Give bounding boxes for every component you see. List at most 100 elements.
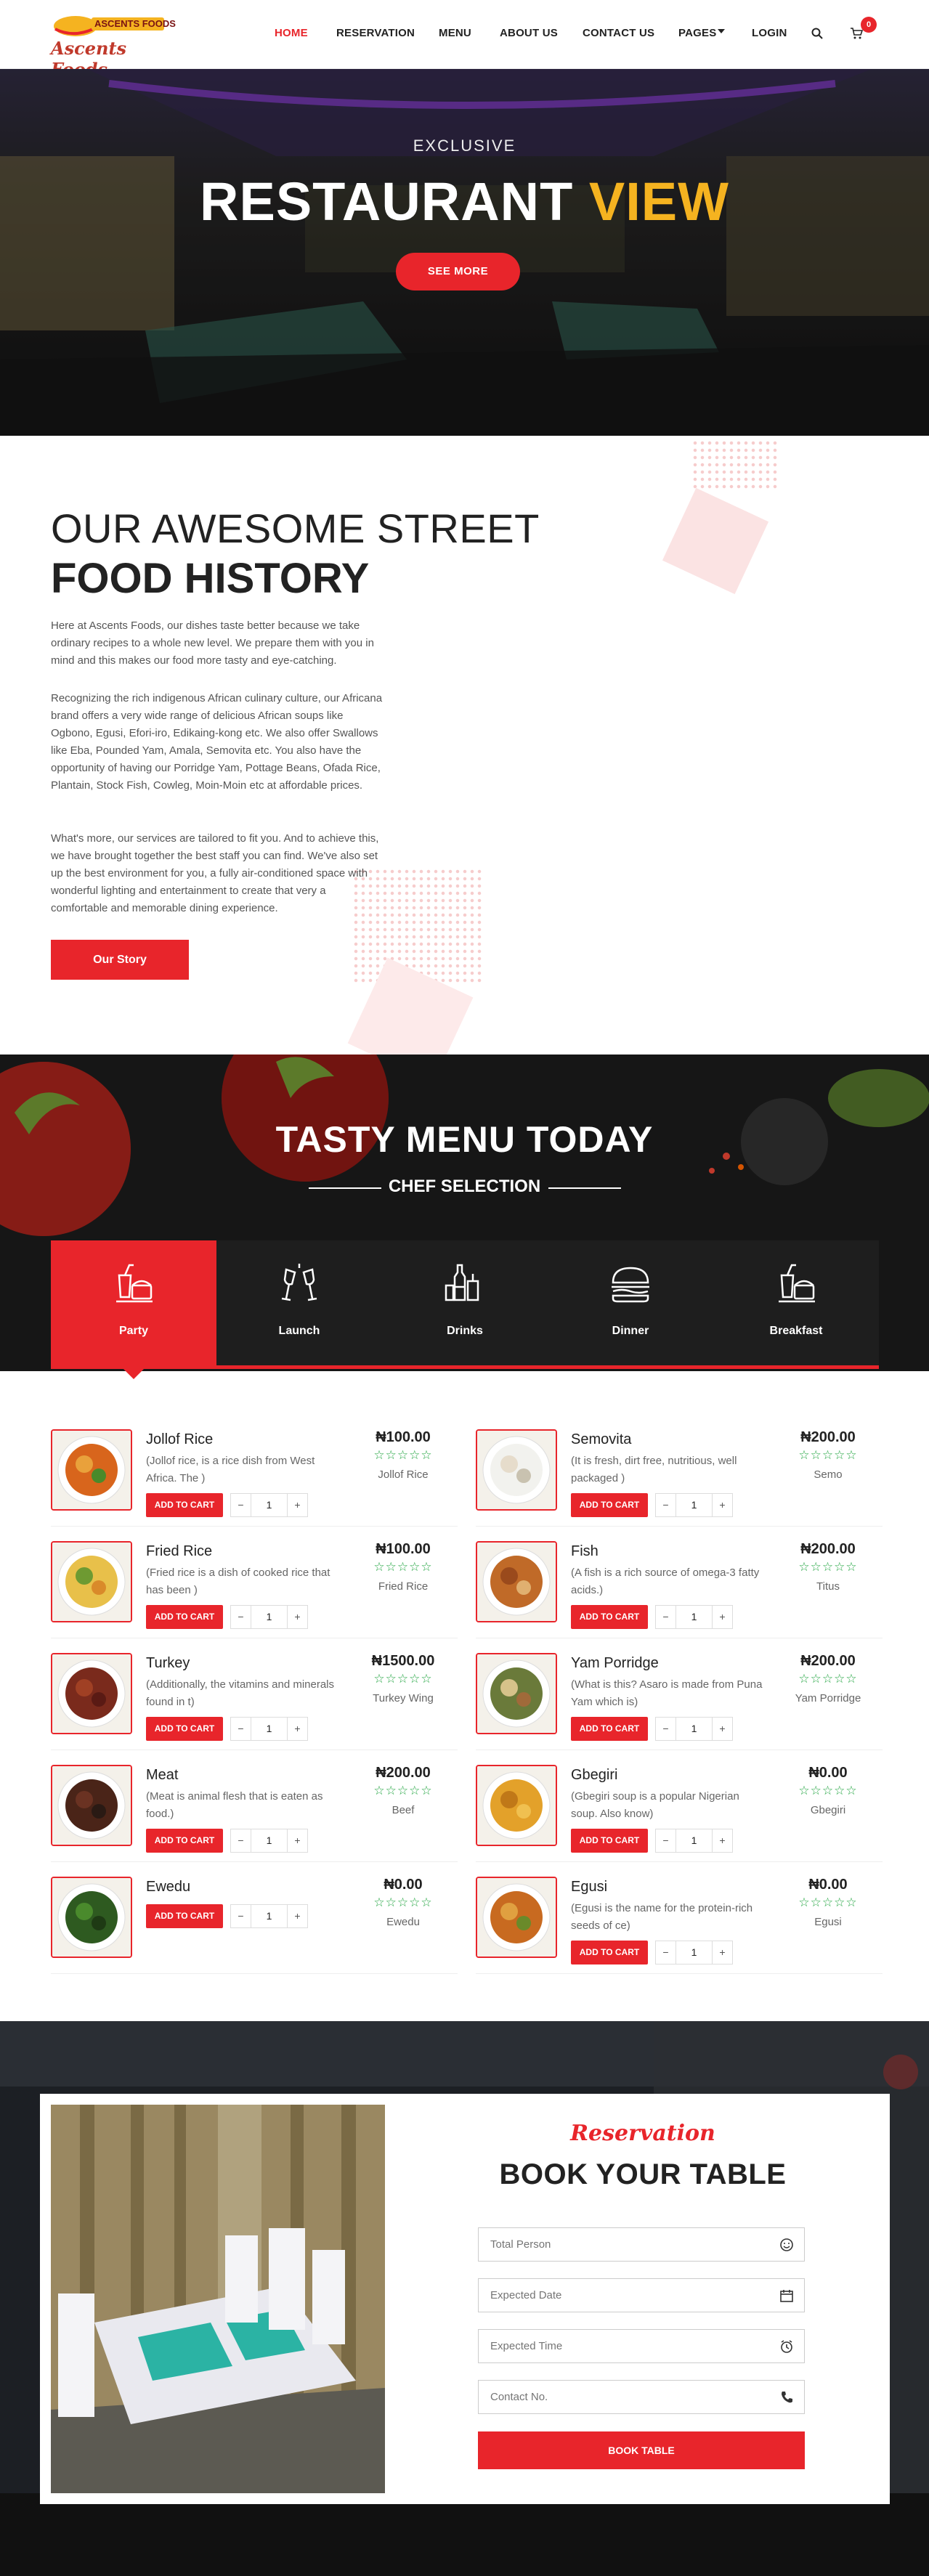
food-photo[interactable] — [51, 1541, 132, 1622]
see-more-button[interactable]: SEE MORE — [396, 253, 520, 290]
food-photo[interactable] — [51, 1653, 132, 1734]
quantity-value[interactable]: 1 — [251, 1494, 287, 1516]
add-to-cart-button[interactable]: ADD TO CART — [146, 1904, 223, 1928]
quantity-value[interactable]: 1 — [676, 1941, 712, 1964]
total-person-input[interactable] — [479, 2228, 769, 2261]
decrease-quantity-button[interactable]: − — [656, 1829, 676, 1852]
quantity-value[interactable]: 1 — [676, 1494, 712, 1516]
item-name[interactable]: Yam Porridge — [571, 1655, 659, 1672]
add-to-cart-button[interactable]: ADD TO CART — [571, 1605, 648, 1629]
increase-quantity-button[interactable]: + — [712, 1718, 732, 1740]
tab-dinner[interactable]: Dinner — [548, 1240, 713, 1365]
reservation-script: Reservation — [570, 2121, 715, 2146]
food-photo[interactable] — [51, 1765, 132, 1846]
quantity-value[interactable]: 1 — [676, 1718, 712, 1740]
nav-reservation[interactable]: RESERVATION — [336, 27, 415, 39]
total-person-field[interactable] — [478, 2227, 805, 2262]
expected-date-field[interactable] — [478, 2278, 805, 2312]
food-photo[interactable] — [476, 1429, 557, 1511]
quantity-value[interactable]: 1 — [251, 1905, 287, 1927]
quantity-stepper: −1 + — [655, 1829, 733, 1853]
decrease-quantity-button[interactable]: − — [231, 1905, 251, 1927]
contact-number-input[interactable] — [479, 2381, 769, 2413]
add-to-cart-button[interactable]: ADD TO CART — [146, 1717, 223, 1741]
quantity-value[interactable]: 1 — [251, 1606, 287, 1628]
our-story-button[interactable]: Our Story — [51, 940, 189, 980]
item-description: (Additionally, the vitamins and minerals… — [146, 1678, 335, 1708]
quantity-value[interactable]: 1 — [251, 1718, 287, 1740]
add-to-cart-button[interactable]: ADD TO CART — [571, 1829, 648, 1853]
item-name[interactable]: Fish — [571, 1543, 599, 1560]
item-name[interactable]: Jollof Rice — [146, 1431, 213, 1448]
food-photo[interactable] — [476, 1877, 557, 1958]
item-category: Jollof Rice — [378, 1468, 429, 1481]
quantity-value[interactable]: 1 — [676, 1606, 712, 1628]
add-to-cart-button[interactable]: ADD TO CART — [571, 1493, 648, 1517]
increase-quantity-button[interactable]: + — [287, 1494, 307, 1516]
item-name[interactable]: Gbegiri — [571, 1767, 617, 1784]
food-photo[interactable] — [476, 1765, 557, 1846]
increase-quantity-button[interactable]: + — [712, 1829, 732, 1852]
search-icon[interactable] — [811, 28, 823, 39]
food-photo[interactable] — [51, 1877, 132, 1958]
expected-date-input[interactable] — [479, 2279, 769, 2312]
increase-quantity-button[interactable]: + — [287, 1905, 307, 1927]
quantity-value[interactable]: 1 — [676, 1829, 712, 1852]
tab-breakfast[interactable]: Breakfast — [713, 1240, 879, 1365]
nav-login[interactable]: LOGIN — [752, 27, 787, 39]
item-description: (A fish is a rich source of omega-3 fatt… — [571, 1567, 760, 1596]
decrease-quantity-button[interactable]: − — [231, 1829, 251, 1852]
increase-quantity-button[interactable]: + — [287, 1829, 307, 1852]
tab-drinks[interactable]: Drinks — [382, 1240, 548, 1365]
item-name[interactable]: Semovita — [571, 1431, 631, 1448]
cart-icon[interactable] — [850, 27, 863, 40]
reservation-title: BOOK YOUR TABLE — [499, 2158, 787, 2190]
add-to-cart-button[interactable]: ADD TO CART — [571, 1717, 648, 1741]
caret-down-icon[interactable] — [718, 29, 725, 33]
add-to-cart-button[interactable]: ADD TO CART — [571, 1941, 648, 1964]
decrease-quantity-button[interactable]: − — [656, 1718, 676, 1740]
nav-contact-us[interactable]: CONTACT US — [583, 27, 654, 39]
contact-number-field[interactable] — [478, 2380, 805, 2414]
decrease-quantity-button[interactable]: − — [656, 1941, 676, 1964]
item-category: Yam Porridge — [795, 1692, 861, 1705]
item-name[interactable]: Turkey — [146, 1655, 190, 1672]
ascents-foods-logo[interactable]: ASCENTS FOODS Ascents Foods — [46, 7, 177, 80]
item-name[interactable]: Ewedu — [146, 1879, 190, 1896]
increase-quantity-button[interactable]: + — [712, 1606, 732, 1628]
item-name[interactable]: Fried Rice — [146, 1543, 212, 1560]
nav-about-us[interactable]: ABOUT US — [500, 27, 558, 39]
private-dining-room-photo — [51, 2105, 385, 2493]
tab-launch[interactable]: Launch — [216, 1240, 382, 1365]
decrease-quantity-button[interactable]: − — [231, 1718, 251, 1740]
quantity-value[interactable]: 1 — [251, 1829, 287, 1852]
nav-home[interactable]: HOME — [275, 27, 308, 39]
tab-party[interactable]: Party — [51, 1240, 216, 1365]
increase-quantity-button[interactable]: + — [287, 1606, 307, 1628]
decrease-quantity-button[interactable]: − — [656, 1494, 676, 1516]
decrease-quantity-button[interactable]: − — [656, 1606, 676, 1628]
food-photo[interactable] — [51, 1429, 132, 1511]
add-to-cart-button[interactable]: ADD TO CART — [146, 1829, 223, 1853]
item-category: Beef — [392, 1804, 415, 1816]
food-photo[interactable] — [476, 1541, 557, 1622]
increase-quantity-button[interactable]: + — [287, 1718, 307, 1740]
menu-item: Meat (Meat is animal flesh that is eaten … — [51, 1765, 458, 1862]
item-price: ₦0.00 — [808, 1877, 848, 1893]
logo-top-text: ASCENTS FOODS — [94, 18, 176, 29]
decrease-quantity-button[interactable]: − — [231, 1606, 251, 1628]
item-name[interactable]: Meat — [146, 1767, 178, 1784]
add-to-cart-button[interactable]: ADD TO CART — [146, 1605, 223, 1629]
book-table-button[interactable]: BOOK TABLE — [478, 2431, 805, 2469]
expected-time-input[interactable] — [479, 2330, 769, 2362]
toast-glasses-icon — [281, 1264, 317, 1301]
nav-menu[interactable]: MENU — [439, 27, 471, 39]
add-to-cart-button[interactable]: ADD TO CART — [146, 1493, 223, 1517]
food-photo[interactable] — [476, 1653, 557, 1734]
nav-pages[interactable]: PAGES — [678, 27, 716, 39]
item-name[interactable]: Egusi — [571, 1879, 607, 1896]
increase-quantity-button[interactable]: + — [712, 1494, 732, 1516]
decrease-quantity-button[interactable]: − — [231, 1494, 251, 1516]
expected-time-field[interactable] — [478, 2329, 805, 2363]
increase-quantity-button[interactable]: + — [712, 1941, 732, 1964]
